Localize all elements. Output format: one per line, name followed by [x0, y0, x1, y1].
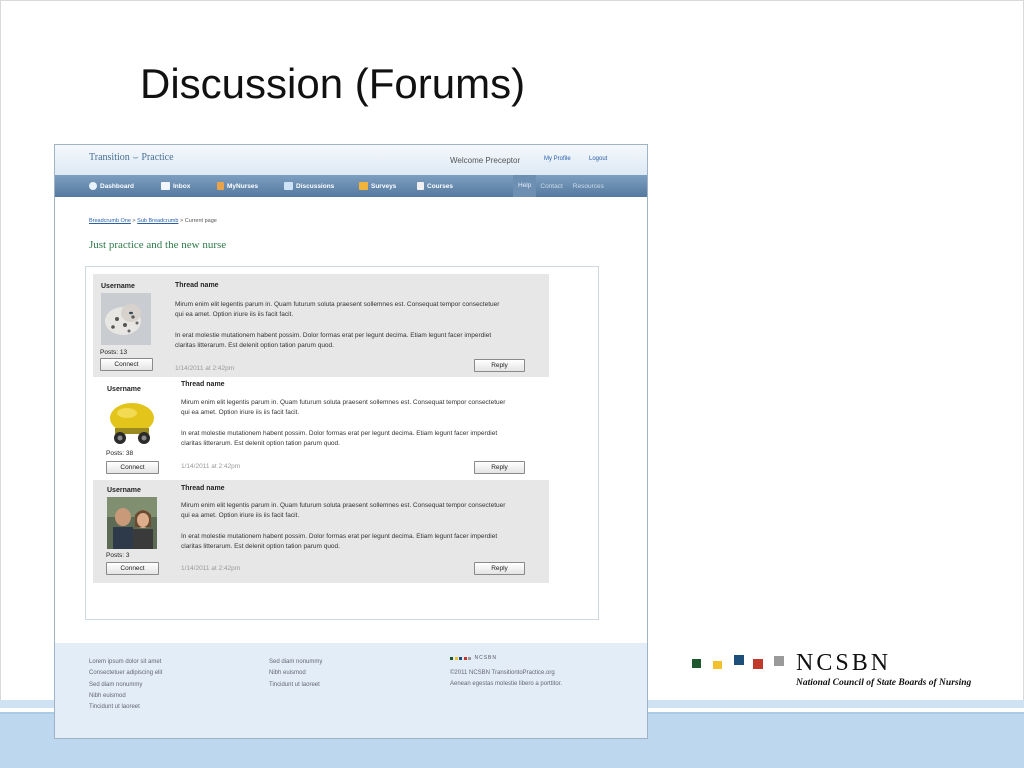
- breadcrumb-current: Current page: [184, 218, 217, 224]
- logo-square-icon: [774, 656, 784, 666]
- post-date: 1/14/2011 at 2:42pm: [181, 565, 241, 572]
- post-paragraph: In erat molestie mutationem habent possi…: [181, 430, 498, 447]
- page-title: Just practice and the new nurse: [89, 239, 227, 251]
- post-date: 1/14/2011 at 2:42pm: [175, 365, 235, 372]
- footer-info: ©2011 NCSBN TransitiontoPractice.org Aen…: [450, 668, 562, 691]
- connect-button[interactable]: Connect: [106, 461, 159, 474]
- nav-label: MyNurses: [227, 182, 259, 190]
- nav-secondary: Help Contact Resources: [513, 175, 604, 197]
- dashboard-icon: [89, 182, 97, 190]
- nav-label: Surveys: [371, 182, 397, 190]
- connect-button[interactable]: Connect: [100, 358, 153, 371]
- main-nav: Dashboard Inbox MyNurses Discussions Sur…: [55, 175, 647, 197]
- forum-thread-list: Username Posts: 13 Connect Thread name M…: [85, 266, 599, 620]
- forum-post: Username Posts: 38 Connect Thread name M…: [93, 377, 549, 480]
- nav-help[interactable]: Help: [513, 175, 537, 197]
- post-paragraph: Mirum enim elit legentis parum in. Quam …: [181, 399, 506, 416]
- footer-link[interactable]: Nibh euismod: [269, 668, 322, 679]
- inbox-icon: [161, 182, 170, 190]
- footer-link[interactable]: Tincidunt ut laoreet: [89, 702, 162, 713]
- logo-text-2: Practice: [141, 152, 174, 163]
- footer-link[interactable]: Sed diam nonummy: [89, 680, 162, 691]
- reply-button[interactable]: Reply: [474, 562, 525, 575]
- footer-tagline: Aenean egestas molestie libero a porttit…: [450, 681, 563, 688]
- nav-inbox[interactable]: Inbox: [161, 175, 190, 197]
- my-profile-link[interactable]: My Profile: [544, 156, 571, 162]
- footer-links-col-1: Lorem ipsum dolor sit amet Consectetuer …: [89, 657, 162, 713]
- nav-discussions[interactable]: Discussions: [284, 175, 334, 197]
- footer-link[interactable]: Nibh euismod: [89, 691, 162, 702]
- footer-logo-text: NCSBN: [474, 655, 498, 661]
- courses-icon: [417, 182, 424, 190]
- post-paragraph: In erat molestie mutationem habent possi…: [181, 533, 498, 550]
- nav-surveys[interactable]: Surveys: [359, 175, 396, 197]
- breadcrumb: Breadcrumb One > Sub Breadcrumb > Curren…: [89, 218, 217, 224]
- logout-link[interactable]: Logout: [589, 156, 607, 162]
- post-username[interactable]: Username: [107, 487, 141, 494]
- app-header: Transition ⌣ Practice Welcome Preceptor …: [55, 145, 647, 175]
- nav-mynurses[interactable]: MyNurses: [217, 175, 258, 197]
- footer-links-col-2: Sed diam nonummy Nibh euismod Tincidunt …: [269, 657, 322, 691]
- welcome-text: Welcome Preceptor: [450, 156, 521, 165]
- app-logo[interactable]: Transition ⌣ Practice: [89, 152, 174, 163]
- connect-button[interactable]: Connect: [106, 562, 159, 575]
- footer-link[interactable]: Consectetuer adipiscing elit: [89, 668, 162, 679]
- nav-label: Discussions: [296, 182, 335, 190]
- breadcrumb-sub[interactable]: Sub Breadcrumb: [137, 218, 178, 224]
- post-count: Posts: 13: [100, 349, 128, 356]
- discussions-icon: [284, 182, 293, 190]
- post-paragraph: In erat molestie mutationem habent possi…: [175, 332, 492, 349]
- slide-title: Discussion (Forums): [140, 60, 526, 107]
- nurses-icon: [217, 182, 224, 190]
- nav-label: Courses: [427, 182, 454, 190]
- footer-copyright: ©2011 NCSBN TransitiontoPractice.org: [450, 670, 555, 676]
- post-username[interactable]: Username: [107, 386, 141, 393]
- post-paragraph: Mirum enim elit legentis parum in. Quam …: [175, 301, 500, 318]
- logo-square-icon: [713, 661, 722, 669]
- nav-resources[interactable]: Resources: [573, 183, 604, 190]
- reply-button[interactable]: Reply: [474, 359, 525, 372]
- footer-ncsbn-logo: NCSBN: [450, 655, 497, 661]
- thread-name[interactable]: Thread name: [175, 282, 219, 289]
- nav-label: Inbox: [173, 182, 191, 190]
- avatar[interactable]: [107, 396, 157, 448]
- ncsbn-full-name: National Council of State Boards of Nurs…: [796, 678, 972, 688]
- logo-square-icon: [753, 659, 763, 669]
- nav-courses[interactable]: Courses: [417, 175, 453, 197]
- footer-link[interactable]: Tincidunt ut laoreet: [269, 680, 322, 691]
- footer-link[interactable]: Sed diam nonummy: [269, 657, 322, 668]
- nav-label: Dashboard: [100, 182, 134, 190]
- thread-name[interactable]: Thread name: [181, 381, 225, 388]
- post-count: Posts: 3: [106, 552, 130, 559]
- app-screenshot: Transition ⌣ Practice Welcome Preceptor …: [54, 144, 648, 739]
- nav-contact[interactable]: Contact: [540, 183, 562, 190]
- avatar[interactable]: [107, 497, 157, 549]
- post-count: Posts: 38: [106, 450, 134, 457]
- avatar[interactable]: [101, 293, 151, 345]
- logo-swoosh-icon: ⌣: [132, 152, 139, 163]
- ncsbn-name: NCSBN: [796, 650, 892, 676]
- breadcrumb-one[interactable]: Breadcrumb One: [89, 218, 131, 224]
- thread-name[interactable]: Thread name: [181, 485, 225, 492]
- footer-link[interactable]: Lorem ipsum dolor sit amet: [89, 657, 162, 668]
- reply-button[interactable]: Reply: [474, 461, 525, 474]
- logo-square-icon: [734, 655, 744, 665]
- surveys-icon: [359, 182, 368, 190]
- forum-post: Username Posts: 13 Connect Thread name M…: [93, 274, 549, 377]
- app-footer: Lorem ipsum dolor sit amet Consectetuer …: [55, 643, 647, 738]
- forum-post: Username Posts: 3 Connect Thread name Mi…: [93, 480, 549, 583]
- logo-square-icon: [692, 659, 701, 668]
- logo-text: Transition: [89, 152, 130, 163]
- nav-dashboard[interactable]: Dashboard: [89, 175, 134, 197]
- post-username[interactable]: Username: [101, 283, 135, 290]
- post-paragraph: Mirum enim elit legentis parum in. Quam …: [181, 502, 506, 519]
- post-date: 1/14/2011 at 2:42pm: [181, 463, 241, 470]
